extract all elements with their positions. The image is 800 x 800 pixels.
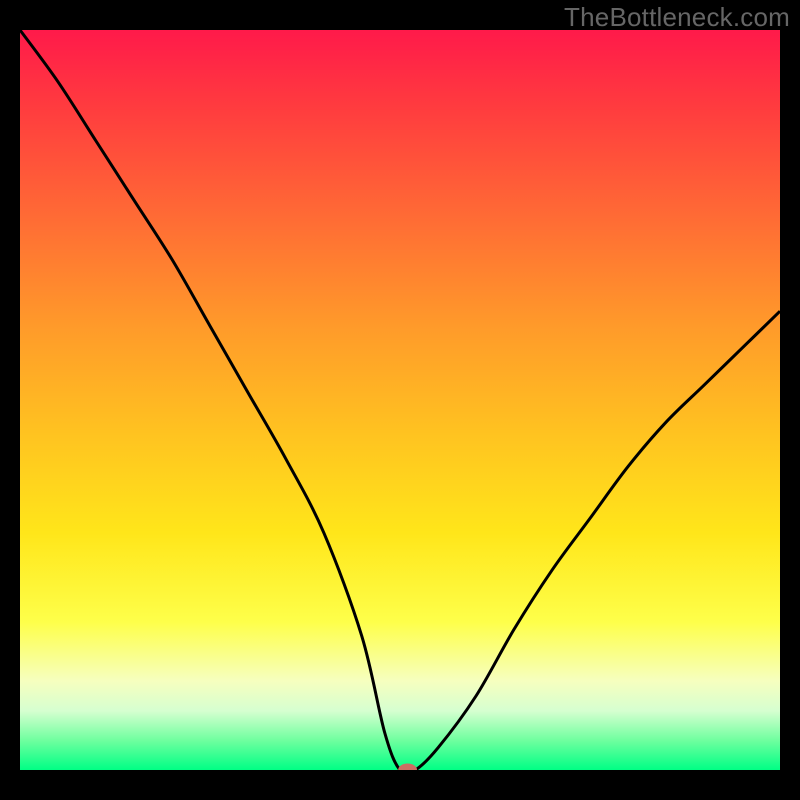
chart-container: TheBottleneck.com <box>0 0 800 800</box>
bottleneck-curve-path <box>20 30 780 770</box>
minimum-marker <box>399 764 417 770</box>
attribution-label: TheBottleneck.com <box>564 2 790 33</box>
curve-overlay <box>20 30 780 770</box>
